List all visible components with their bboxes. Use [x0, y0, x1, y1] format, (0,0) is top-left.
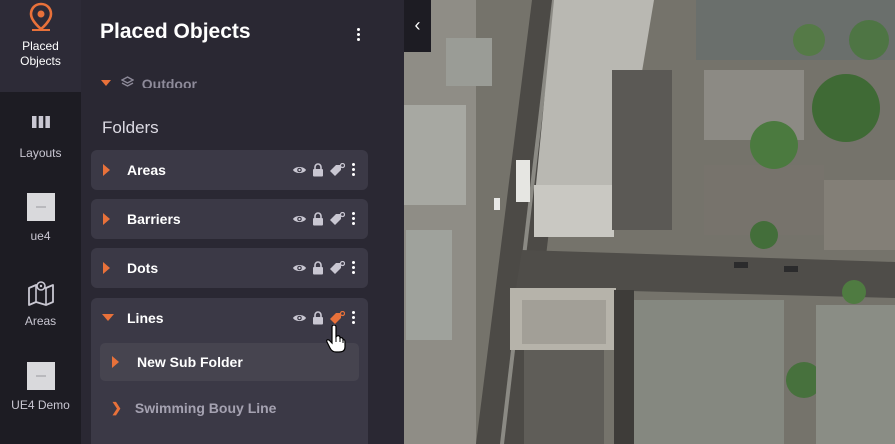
rail-item-placed-objects[interactable]: Placed Objects: [0, 0, 81, 92]
caret-right-icon[interactable]: [103, 164, 110, 176]
panel-more-icon[interactable]: [355, 28, 361, 43]
rail-item-layouts[interactable]: Layouts: [0, 114, 81, 161]
folder-row-areas[interactable]: Areas: [91, 150, 368, 190]
map-imagery: [404, 0, 895, 444]
layers-icon: [120, 76, 135, 87]
folder-name: Lines: [127, 310, 164, 326]
eye-icon[interactable]: [292, 214, 307, 224]
eye-icon[interactable]: [292, 165, 307, 175]
satellite-map[interactable]: [404, 0, 895, 444]
caret-down-icon[interactable]: [102, 314, 114, 321]
panel-title: Placed Objects: [100, 20, 251, 43]
list-item-partial[interactable]: Outdoor: [101, 74, 197, 88]
folder-name: Barriers: [127, 211, 181, 227]
rail-label: Areas: [24, 314, 57, 328]
columns-icon: [31, 116, 50, 128]
rail-label: Placed Objects: [20, 39, 61, 68]
eye-icon[interactable]: [292, 313, 307, 323]
collapse-panel-button[interactable]: ‹: [404, 0, 431, 52]
hand-cursor-icon: [326, 325, 346, 353]
ue4-thumbnail: [26, 193, 55, 221]
folder-row-barriers[interactable]: Barriers: [91, 199, 368, 239]
folder-name: Areas: [127, 162, 166, 178]
tag-icon[interactable]: [329, 260, 345, 276]
lock-icon[interactable]: [312, 163, 324, 177]
rail-label: UE4 Demo: [11, 398, 70, 412]
more-icon[interactable]: [350, 211, 356, 227]
ue4-demo-thumbnail: [26, 362, 55, 390]
folder-row-lines[interactable]: Lines New Sub Folder ❯ Swimming Bouy Lin…: [91, 298, 368, 444]
caret-right-icon[interactable]: [103, 262, 110, 274]
sub-folder-name: New Sub Folder: [137, 354, 243, 370]
rail-item-ue4[interactable]: ue4: [0, 193, 81, 244]
map-pin-icon: [29, 2, 52, 31]
chevron-left-icon: ‹: [414, 15, 421, 35]
more-icon[interactable]: [350, 162, 356, 178]
lock-icon[interactable]: [312, 261, 324, 275]
folder-name: Dots: [127, 260, 159, 276]
caret-right-icon[interactable]: [112, 356, 119, 368]
folder-tools: [292, 161, 356, 179]
placed-objects-panel: Placed Objects Outdoor Folders Areas Bar…: [81, 0, 378, 444]
tag-icon[interactable]: [329, 211, 345, 227]
more-icon[interactable]: [350, 310, 356, 326]
folder-tools: [292, 309, 356, 327]
tag-icon[interactable]: [329, 310, 345, 326]
folder-tools: [292, 259, 356, 277]
line-object-name: Swimming Bouy Line: [134, 400, 277, 416]
folder-tools: [292, 210, 356, 228]
rail-label: ue4: [30, 229, 51, 243]
rail-item-ue4-demo[interactable]: UE4 Demo: [0, 362, 81, 413]
lock-icon[interactable]: [312, 212, 324, 226]
folder-row-dots[interactable]: Dots: [91, 248, 368, 288]
caret-down-icon: [101, 80, 111, 86]
chevron-right-icon: ❯: [111, 400, 122, 415]
rail-label: Layouts: [19, 146, 62, 160]
more-icon[interactable]: [350, 260, 356, 276]
left-rail: Placed Objects Layouts ue4 Areas UE4 Dem…: [0, 0, 81, 444]
lock-icon[interactable]: [312, 311, 324, 325]
rail-item-areas[interactable]: Areas: [0, 280, 81, 329]
partial-item-label: Outdoor: [141, 76, 197, 88]
tag-icon[interactable]: [329, 162, 345, 178]
line-object-item[interactable]: ❯ Swimming Bouy Line: [111, 400, 276, 416]
folded-map-icon: [27, 281, 54, 306]
folders-heading: Folders: [102, 118, 159, 137]
eye-icon[interactable]: [292, 263, 307, 273]
sub-folder-row[interactable]: New Sub Folder: [100, 343, 359, 381]
caret-right-icon[interactable]: [103, 213, 110, 225]
